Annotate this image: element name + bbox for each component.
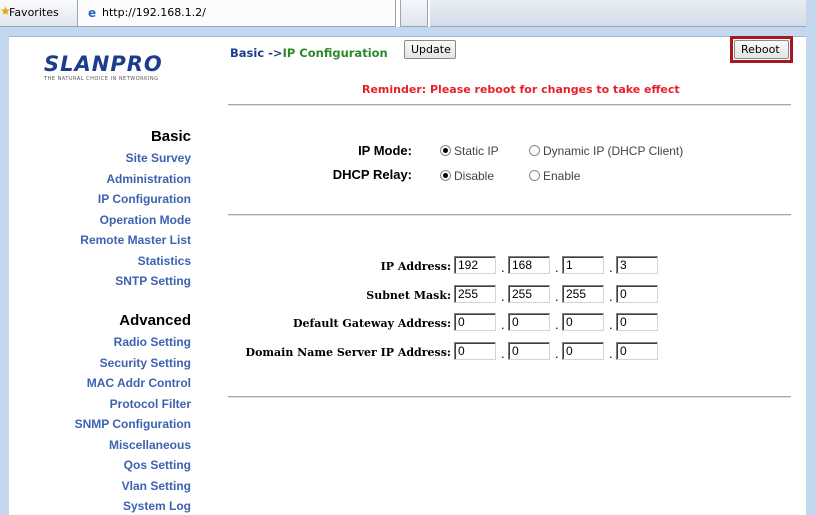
dns-label: Domain Name Server IP Address: [245, 346, 451, 359]
ip-address-octet-2[interactable]: 168 [508, 256, 550, 274]
nav-item-sntp-setting[interactable]: SNTP Setting [115, 274, 191, 288]
octet-dot: . [555, 346, 559, 361]
dhcp-relay-label: DHCP Relay: [332, 167, 412, 182]
gateway-octet-2[interactable]: 0 [508, 313, 550, 331]
nav-item-mac-addr-control[interactable]: MAC Addr Control [87, 376, 191, 390]
radio-static-ip[interactable] [440, 145, 451, 156]
nav-item-security-setting[interactable]: Security Setting [100, 356, 191, 370]
radio-relay-disable[interactable] [440, 170, 451, 181]
ip-mode-label: IP Mode: [358, 143, 412, 158]
dns-octet-2[interactable]: 0 [508, 342, 550, 360]
gateway-octet-3[interactable]: 0 [562, 313, 604, 331]
nav-item-qos-setting[interactable]: Qos Setting [124, 458, 191, 472]
ip-address-octet-4[interactable]: 3 [616, 256, 658, 274]
nav-item-statistics[interactable]: Statistics [138, 254, 191, 268]
nav-item-site-survey[interactable]: Site Survey [126, 151, 191, 165]
browser-tab[interactable]: e http://192.168.1.2/ [78, 0, 396, 27]
nav-item-system-log[interactable]: System Log [123, 499, 191, 513]
dns-octet-3[interactable]: 0 [562, 342, 604, 360]
octet-dot: . [501, 346, 505, 361]
gateway-octet-1[interactable]: 0 [454, 313, 496, 331]
divider [228, 214, 791, 216]
divider [228, 104, 791, 106]
ip-address-label: IP Address: [380, 260, 451, 273]
browser-e-icon: e [88, 6, 97, 20]
divider [228, 396, 791, 398]
ip-address-octet-1[interactable]: 192 [454, 256, 496, 274]
frame-divider [9, 36, 806, 37]
octet-dot: . [555, 260, 559, 275]
nav-heading-basic: Basic [150, 128, 191, 145]
breadcrumb-page: IP Configuration [282, 46, 388, 60]
breadcrumb: Basic ->IP Configuration [230, 46, 388, 60]
gateway-octet-4[interactable]: 0 [616, 313, 658, 331]
dynamic-ip-label: Dynamic IP (DHCP Client) [543, 144, 684, 158]
subnet-mask-octet-4[interactable]: 0 [616, 285, 658, 303]
relay-enable-label: Enable [543, 169, 581, 183]
nav-item-operation-mode[interactable]: Operation Mode [100, 213, 191, 227]
relay-disable-label: Disable [454, 169, 495, 183]
octet-dot: . [609, 289, 613, 304]
nav-item-radio-setting[interactable]: Radio Setting [114, 335, 191, 349]
subnet-mask-octet-3[interactable]: 255 [562, 285, 604, 303]
subnet-mask-octet-1[interactable]: 255 [454, 285, 496, 303]
dns-octet-4[interactable]: 0 [616, 342, 658, 360]
octet-dot: . [555, 289, 559, 304]
octet-dot: . [555, 317, 559, 332]
window-frame-right [806, 0, 816, 515]
octet-dot: . [609, 346, 613, 361]
breadcrumb-arrow: -> [268, 46, 283, 60]
subnet-mask-label: Subnet Mask: [366, 289, 451, 302]
toolbar-background [430, 0, 816, 27]
octet-dot: . [501, 289, 505, 304]
reboot-reminder: Reminder: Please reboot for changes to t… [362, 83, 680, 96]
nav-item-protocol-filter[interactable]: Protocol Filter [110, 397, 191, 411]
update-button[interactable]: Update [404, 40, 456, 59]
favorites-label: Favorites [9, 6, 59, 19]
lanpro-logo: SLANPRO THE NATURAL CHOICE IN NETWORKING [44, 52, 184, 82]
brand-s-mark: S [44, 52, 61, 76]
nav-item-miscellaneous[interactable]: Miscellaneous [109, 438, 191, 452]
octet-dot: . [609, 260, 613, 275]
reboot-button[interactable]: Reboot [734, 40, 789, 59]
subnet-mask-octet-2[interactable]: 255 [508, 285, 550, 303]
brand-name: SLANPRO [44, 52, 163, 76]
radio-dynamic-ip[interactable] [529, 145, 540, 156]
nav-heading-advanced: Advanced [119, 312, 191, 329]
octet-dot: . [501, 260, 505, 275]
tab-url-label: http://192.168.1.2/ [102, 6, 206, 19]
radio-relay-enable[interactable] [529, 170, 540, 181]
nav-item-administration[interactable]: Administration [106, 172, 191, 186]
brand-tagline: THE NATURAL CHOICE IN NETWORKING [44, 76, 159, 82]
window-frame-left [0, 36, 9, 515]
static-ip-label: Static IP [454, 144, 499, 158]
gateway-label: Default Gateway Address: [292, 317, 451, 330]
ip-address-octet-3[interactable]: 1 [562, 256, 604, 274]
favorites-button[interactable]: ★ Favorites [0, 0, 78, 27]
nav-item-snmp-configuration[interactable]: SNMP Configuration [75, 417, 191, 431]
nav-item-ip-configuration[interactable]: IP Configuration [98, 192, 191, 206]
octet-dot: . [501, 317, 505, 332]
new-tab-button[interactable] [400, 0, 428, 27]
octet-dot: . [609, 317, 613, 332]
breadcrumb-section: Basic [230, 46, 265, 60]
nav-item-remote-master-list[interactable]: Remote Master List [80, 233, 191, 247]
window-frame-top [0, 27, 816, 36]
dns-octet-1[interactable]: 0 [454, 342, 496, 360]
nav-item-vlan-setting[interactable]: Vlan Setting [122, 479, 191, 493]
